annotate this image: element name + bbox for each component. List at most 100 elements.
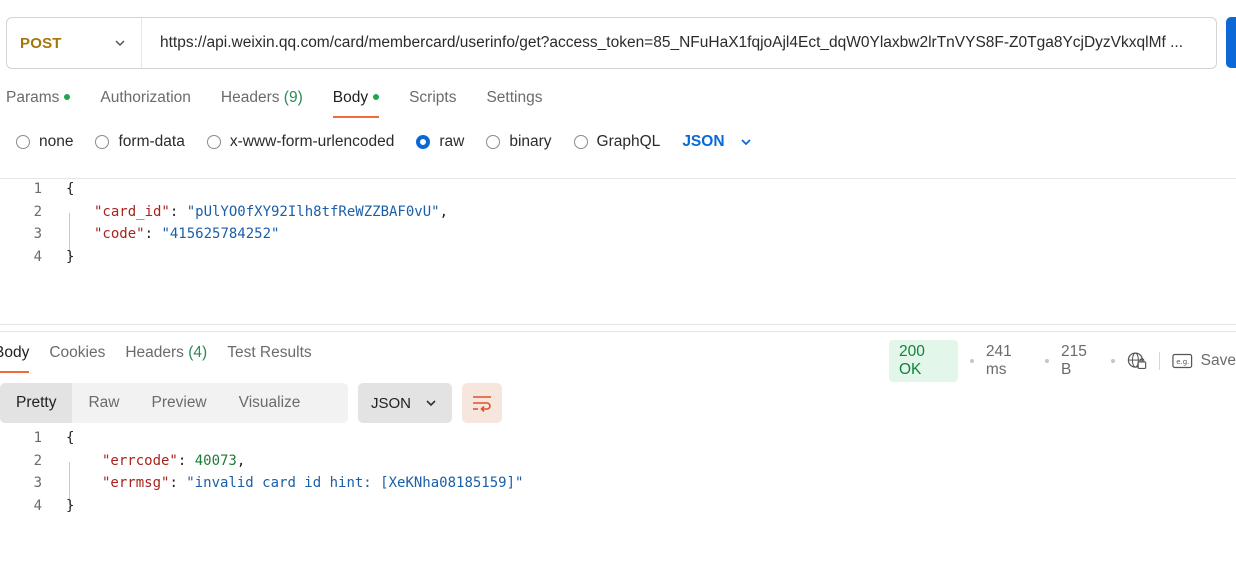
code-line: 2 "errcode": 40073, (0, 450, 246, 473)
svg-text:e.g.: e.g. (1176, 358, 1189, 366)
radio-urlencoded[interactable]: x-www-form-urlencoded (206, 133, 395, 151)
status-badge[interactable]: 200 OK (889, 340, 959, 382)
radio-label: none (39, 133, 74, 150)
code-line: 4 } (0, 495, 75, 518)
headers-count: (9) (283, 89, 303, 106)
json-string: "pUlYO0fXY92Ilh8tfReWZZBAF0vU" (186, 204, 440, 221)
tab-label: Params (6, 89, 60, 106)
toolbar-divider (1159, 352, 1161, 370)
response-size[interactable]: 215 B (1061, 343, 1099, 379)
request-body-editor[interactable]: 1 { 2 "card_id": "pUlYO0fXY92Ilh8tfReWZZ… (0, 178, 1236, 268)
line-number: 3 (33, 226, 42, 243)
view-raw[interactable]: Raw (72, 383, 135, 423)
separator-dot (970, 359, 974, 363)
code-text: { (66, 181, 75, 198)
line-number: 4 (33, 498, 42, 515)
tab-authorization[interactable]: Authorization (100, 86, 190, 118)
radio-raw[interactable]: raw (416, 133, 464, 151)
tab-label: Settings (486, 89, 543, 106)
tab-body[interactable]: Body (332, 86, 380, 118)
radio-circle (95, 135, 110, 149)
request-tabs: Params Authorization Headers (9) Body Sc… (6, 86, 572, 118)
separator-dot (1045, 359, 1050, 363)
tab-label: Body (0, 344, 30, 361)
tab-label: Scripts (409, 89, 457, 106)
line-number: 2 (33, 453, 42, 470)
response-time[interactable]: 241 ms (986, 343, 1033, 379)
tab-headers[interactable]: Headers (9) (221, 86, 303, 118)
radio-circle (486, 135, 501, 149)
radio-circle (206, 135, 221, 149)
radio-circle-selected (416, 135, 431, 149)
radio-binary[interactable]: binary (486, 133, 552, 151)
method-label: POST (20, 34, 62, 52)
tab-response-headers[interactable]: Headers (4) (125, 341, 207, 373)
tab-scripts[interactable]: Scripts (409, 86, 456, 118)
pane-divider[interactable] (0, 324, 1236, 325)
params-indicator-dot (64, 93, 71, 100)
send-button[interactable] (1226, 17, 1236, 68)
json-key: "code" (94, 226, 145, 243)
wrap-lines-button[interactable] (462, 383, 502, 423)
separator-dot (1110, 359, 1115, 363)
body-type-selector: none form-data x-www-form-urlencoded raw… (16, 133, 753, 151)
json-key: "card_id" (94, 204, 170, 221)
radio-circle (573, 135, 588, 149)
code-line: 3 "errmsg": "invalid card id hint: [XeKN… (0, 472, 524, 495)
json-string: "invalid card id hint: [XeKNha08185159]" (186, 475, 524, 492)
json-key: "errmsg" (102, 475, 170, 492)
radio-none[interactable]: none (16, 133, 73, 151)
code-line: 3 "code": "415625784252" (0, 223, 280, 246)
tab-label: Authorization (100, 89, 191, 106)
radio-label: form-data (118, 133, 185, 150)
tab-label: Test Results (227, 344, 312, 361)
radio-circle (16, 135, 30, 149)
code-line: 1 { (0, 178, 75, 201)
radio-label: x-www-form-urlencoded (229, 133, 395, 150)
code-line: 4 } (0, 246, 75, 269)
tab-params[interactable]: Params (6, 86, 71, 118)
response-meta: 200 OK 241 ms 215 B e.g. Save (889, 340, 1236, 382)
code-text: } (66, 249, 75, 266)
chevron-down-icon (740, 139, 751, 146)
view-visualize[interactable]: Visualize (223, 383, 317, 423)
tab-label: Cookies (49, 344, 106, 361)
line-number: 1 (33, 181, 42, 198)
tab-label: Headers (220, 89, 280, 106)
save-response-button[interactable]: Save (1201, 352, 1236, 370)
response-tabs: Body Cookies Headers (4) Test Results (0, 341, 332, 373)
line-number: 3 (33, 475, 42, 492)
json-string: "415625784252" (161, 226, 280, 243)
method-select[interactable]: POST (7, 18, 142, 68)
tab-cookies[interactable]: Cookies (49, 341, 105, 373)
view-preview[interactable]: Preview (136, 383, 223, 423)
view-pretty[interactable]: Pretty (0, 383, 73, 423)
code-line: 1 { (0, 427, 75, 450)
json-key: "errcode" (102, 453, 178, 470)
tab-test-results[interactable]: Test Results (227, 341, 311, 373)
tab-label: Body (332, 89, 369, 106)
radio-form-data[interactable]: form-data (95, 133, 185, 151)
radio-graphql[interactable]: GraphQL (573, 133, 660, 151)
divider (0, 331, 1236, 332)
wrap-lines-icon (473, 396, 491, 412)
chevron-down-icon (115, 40, 125, 47)
code-line: 2 "card_id": "pUlYO0fXY92Ilh8tfReWZZBAF0… (0, 201, 448, 224)
radio-label: raw (439, 133, 465, 150)
network-globe-icon[interactable] (1127, 351, 1148, 371)
tab-response-body[interactable]: Body (0, 341, 30, 373)
body-language-select[interactable]: JSON (682, 133, 752, 151)
line-number: 2 (33, 204, 42, 221)
line-number: 4 (33, 249, 42, 266)
language-label: JSON (682, 133, 725, 150)
response-format-select[interactable]: JSON (358, 383, 452, 423)
response-body-viewer[interactable]: 1 { 2 "errcode": 40073, 3 "errmsg": "inv… (0, 427, 1236, 519)
body-indicator-dot (373, 93, 380, 100)
url-input[interactable]: https://api.weixin.qq.com/card/membercar… (142, 34, 1202, 52)
save-example-icon[interactable]: e.g. (1172, 353, 1193, 369)
tab-settings[interactable]: Settings (486, 86, 542, 118)
format-label: JSON (371, 394, 412, 412)
tab-label: Headers (125, 344, 184, 361)
code-text: } (66, 498, 75, 515)
code-text: { (66, 430, 75, 447)
